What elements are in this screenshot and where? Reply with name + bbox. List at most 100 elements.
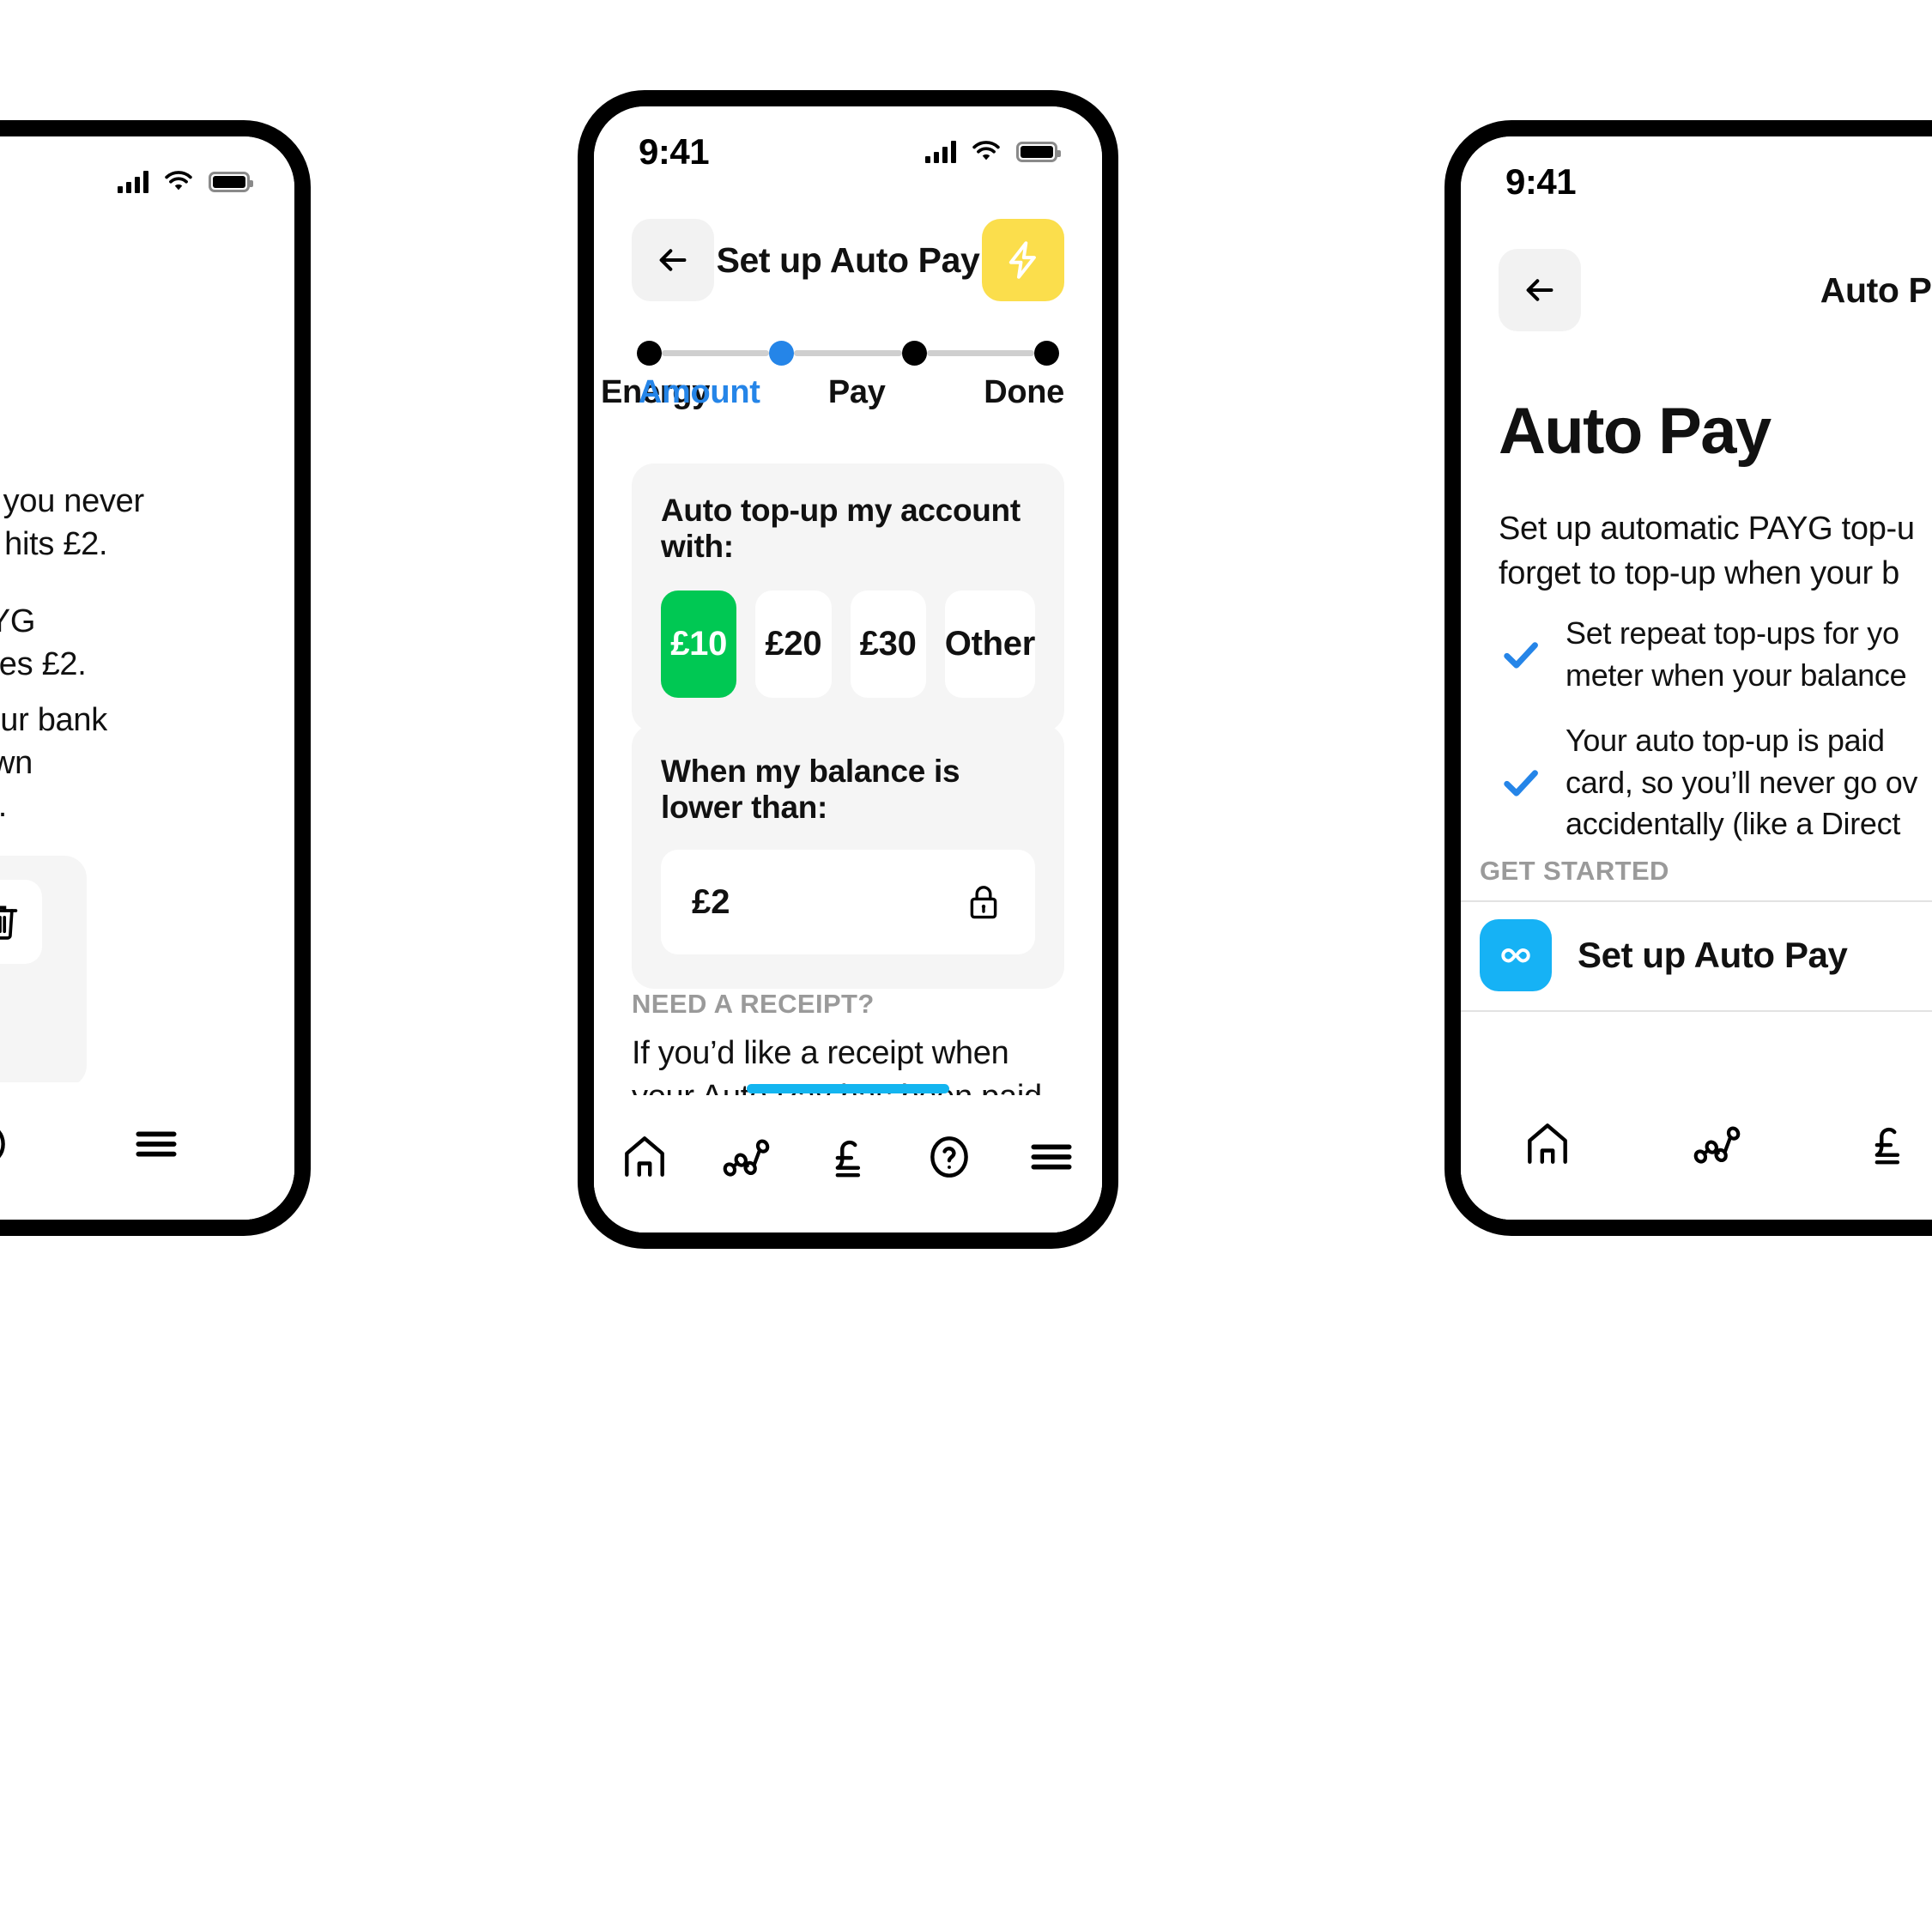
trash-icon [0, 905, 18, 940]
balance-threshold-card: When my balance is lower than: £2 [632, 724, 1064, 989]
amount-option-20[interactable]: £20 [755, 591, 832, 698]
amount-option-10[interactable]: £10 [661, 591, 737, 698]
right-app-bar: Auto Pay [1461, 243, 1932, 337]
auto-topup-title: Auto top-up my account with: [661, 493, 1021, 564]
infinity-icon [1501, 948, 1530, 963]
status-time: 9:41 [1505, 160, 1577, 202]
left-bullet-line-5: (like a Direct Debit). [0, 784, 277, 828]
nav-help-button[interactable] [902, 1124, 996, 1190]
lock-icon [970, 886, 997, 919]
amount-option-30[interactable]: £30 [850, 591, 926, 698]
battery-icon [209, 171, 253, 192]
right-bullet-1: Set repeat top-ups for yo meter when you… [1499, 613, 1932, 696]
step-dot-amount[interactable] [769, 340, 795, 366]
divider-top [1461, 900, 1932, 902]
left-intro-line-1: c PAYG top-ups so you never [0, 483, 144, 519]
screenshot-stage: Auto Pay , c PAYG top-ups so you never w… [0, 0, 1932, 1932]
amount-options: £10 £20 £30 Other [661, 591, 1035, 698]
nav-usage-button[interactable] [700, 1124, 794, 1190]
center-app-bar: Set up Auto Pay [594, 213, 1102, 307]
check-icon [1504, 770, 1538, 796]
step-dot-pay[interactable] [901, 340, 927, 366]
center-status-icons [925, 140, 1061, 163]
right-bullet-2-line-3: accidentally (like a Direct [1566, 806, 1901, 842]
right-intro-line-2: forget to top-up when your b [1499, 555, 1899, 591]
step-label-pay[interactable]: Pay [778, 374, 936, 411]
step-label-energy[interactable]: Energy [596, 374, 710, 411]
nav-pay-button[interactable] [801, 1124, 895, 1190]
right-bullet-2: Your auto top-up is paid card, so you’ll… [1499, 720, 1932, 845]
nav-pay-button[interactable] [1840, 1111, 1932, 1177]
phone-right: 9:41 Auto Pay Auto Pay Set up automatic … [1444, 120, 1932, 1236]
phone-left: Auto Pay , c PAYG top-ups so you never w… [0, 120, 311, 1236]
step-dot-done[interactable] [1033, 340, 1059, 366]
arrow-left-icon [1526, 279, 1553, 301]
step-line-3 [926, 349, 1034, 356]
left-bullet-line-1: op-ups for your PAYG [0, 603, 36, 639]
pound-icon [1874, 1127, 1900, 1165]
center-status-bar: 9:41 [594, 106, 1102, 197]
wifi-icon [972, 140, 1000, 160]
right-bullet-1-line-2: meter when your balance [1566, 657, 1907, 693]
menu-icon [1031, 1144, 1072, 1170]
nav-home-button[interactable] [1500, 1111, 1595, 1177]
menu-icon [136, 1131, 177, 1157]
battery-icon [1016, 141, 1061, 162]
right-bullet-1-text: Set repeat top-ups for yo meter when you… [1566, 613, 1907, 696]
help-icon [0, 1130, 5, 1159]
right-screen: 9:41 Auto Pay Auto Pay Set up automatic … [1461, 136, 1932, 1220]
step-line-2 [794, 349, 902, 356]
nav-home-button[interactable] [597, 1124, 692, 1190]
amount-option-other[interactable]: Other [944, 591, 1035, 698]
home-icon [1528, 1123, 1567, 1164]
help-icon [930, 1136, 969, 1178]
right-bullet-1-line-1: Set repeat top-ups for yo [1566, 615, 1899, 651]
left-bullet-line-2: your balance reaches £2. [0, 646, 87, 682]
back-button[interactable] [1499, 249, 1581, 331]
nav-usage-button[interactable] [1670, 1111, 1765, 1177]
lightning-icon [1008, 241, 1036, 279]
nav-help-button[interactable] [0, 1111, 33, 1177]
setup-stepper: Energy Amount Pay Done [601, 338, 1064, 411]
balance-threshold-title: When my balance is lower than: [661, 754, 960, 825]
left-intro-line-2: when your balance hits £2. [0, 526, 108, 562]
phone-center: 9:41 Set up Auto Pay Energy Amount Pay D… [578, 90, 1118, 1249]
receipt-caption: NEED A RECEIPT? [632, 989, 875, 1019]
step-label-done[interactable]: Done [936, 374, 1064, 411]
back-button[interactable] [632, 219, 714, 301]
right-bottom-nav [1461, 1082, 1932, 1220]
auto-topup-amount-card: Auto top-up my account with: £10 £20 £30… [632, 463, 1064, 732]
step-line-1 [662, 349, 770, 356]
nav-menu-button[interactable] [1004, 1124, 1099, 1190]
balance-threshold-field[interactable]: £2 [661, 850, 1035, 954]
right-intro-line-1: Set up automatic PAYG top-u [1499, 511, 1915, 547]
nav-menu-button[interactable] [109, 1111, 203, 1177]
set-up-auto-pay-label: Set up Auto Pay [1578, 935, 1848, 975]
step-label-amount[interactable]: Amount [621, 374, 778, 411]
pound-icon [835, 1140, 861, 1178]
left-bottom-nav [0, 1082, 294, 1220]
step-dot-energy[interactable] [637, 340, 662, 366]
quick-action-button[interactable] [982, 219, 1064, 301]
set-up-auto-pay-row[interactable]: Set up Auto Pay [1480, 919, 1848, 991]
right-bullet-2-line-2: card, so you’ll never go ov [1566, 764, 1918, 800]
infinity-icon-badge [1480, 919, 1552, 991]
usage-icon [1693, 1126, 1741, 1164]
right-status-bar: 9:41 [1461, 136, 1932, 227]
right-heading: Auto Pay [1499, 395, 1772, 468]
page-title: Auto Pay [1820, 270, 1932, 310]
right-bullet-2-text: Your auto top-up is paid card, so you’ll… [1566, 720, 1917, 845]
left-status-bar [0, 136, 294, 227]
right-bullet-2-line-1: Your auto top-up is paid [1566, 723, 1885, 758]
home-icon [625, 1136, 665, 1177]
stepper-labels: Energy Amount Pay Done [601, 374, 1064, 411]
usage-icon [723, 1139, 769, 1177]
get-started-caption: GET STARTED [1480, 856, 1669, 886]
wifi-icon [165, 170, 192, 190]
delete-button[interactable] [0, 880, 42, 964]
left-bullet-line-3: o-up is paid with your bank [0, 702, 107, 738]
check-icon [1504, 641, 1538, 669]
left-status-icons [118, 170, 253, 193]
left-screen: Auto Pay , c PAYG top-ups so you never w… [0, 136, 294, 1220]
center-screen: 9:41 Set up Auto Pay Energy Amount Pay D… [594, 106, 1102, 1232]
